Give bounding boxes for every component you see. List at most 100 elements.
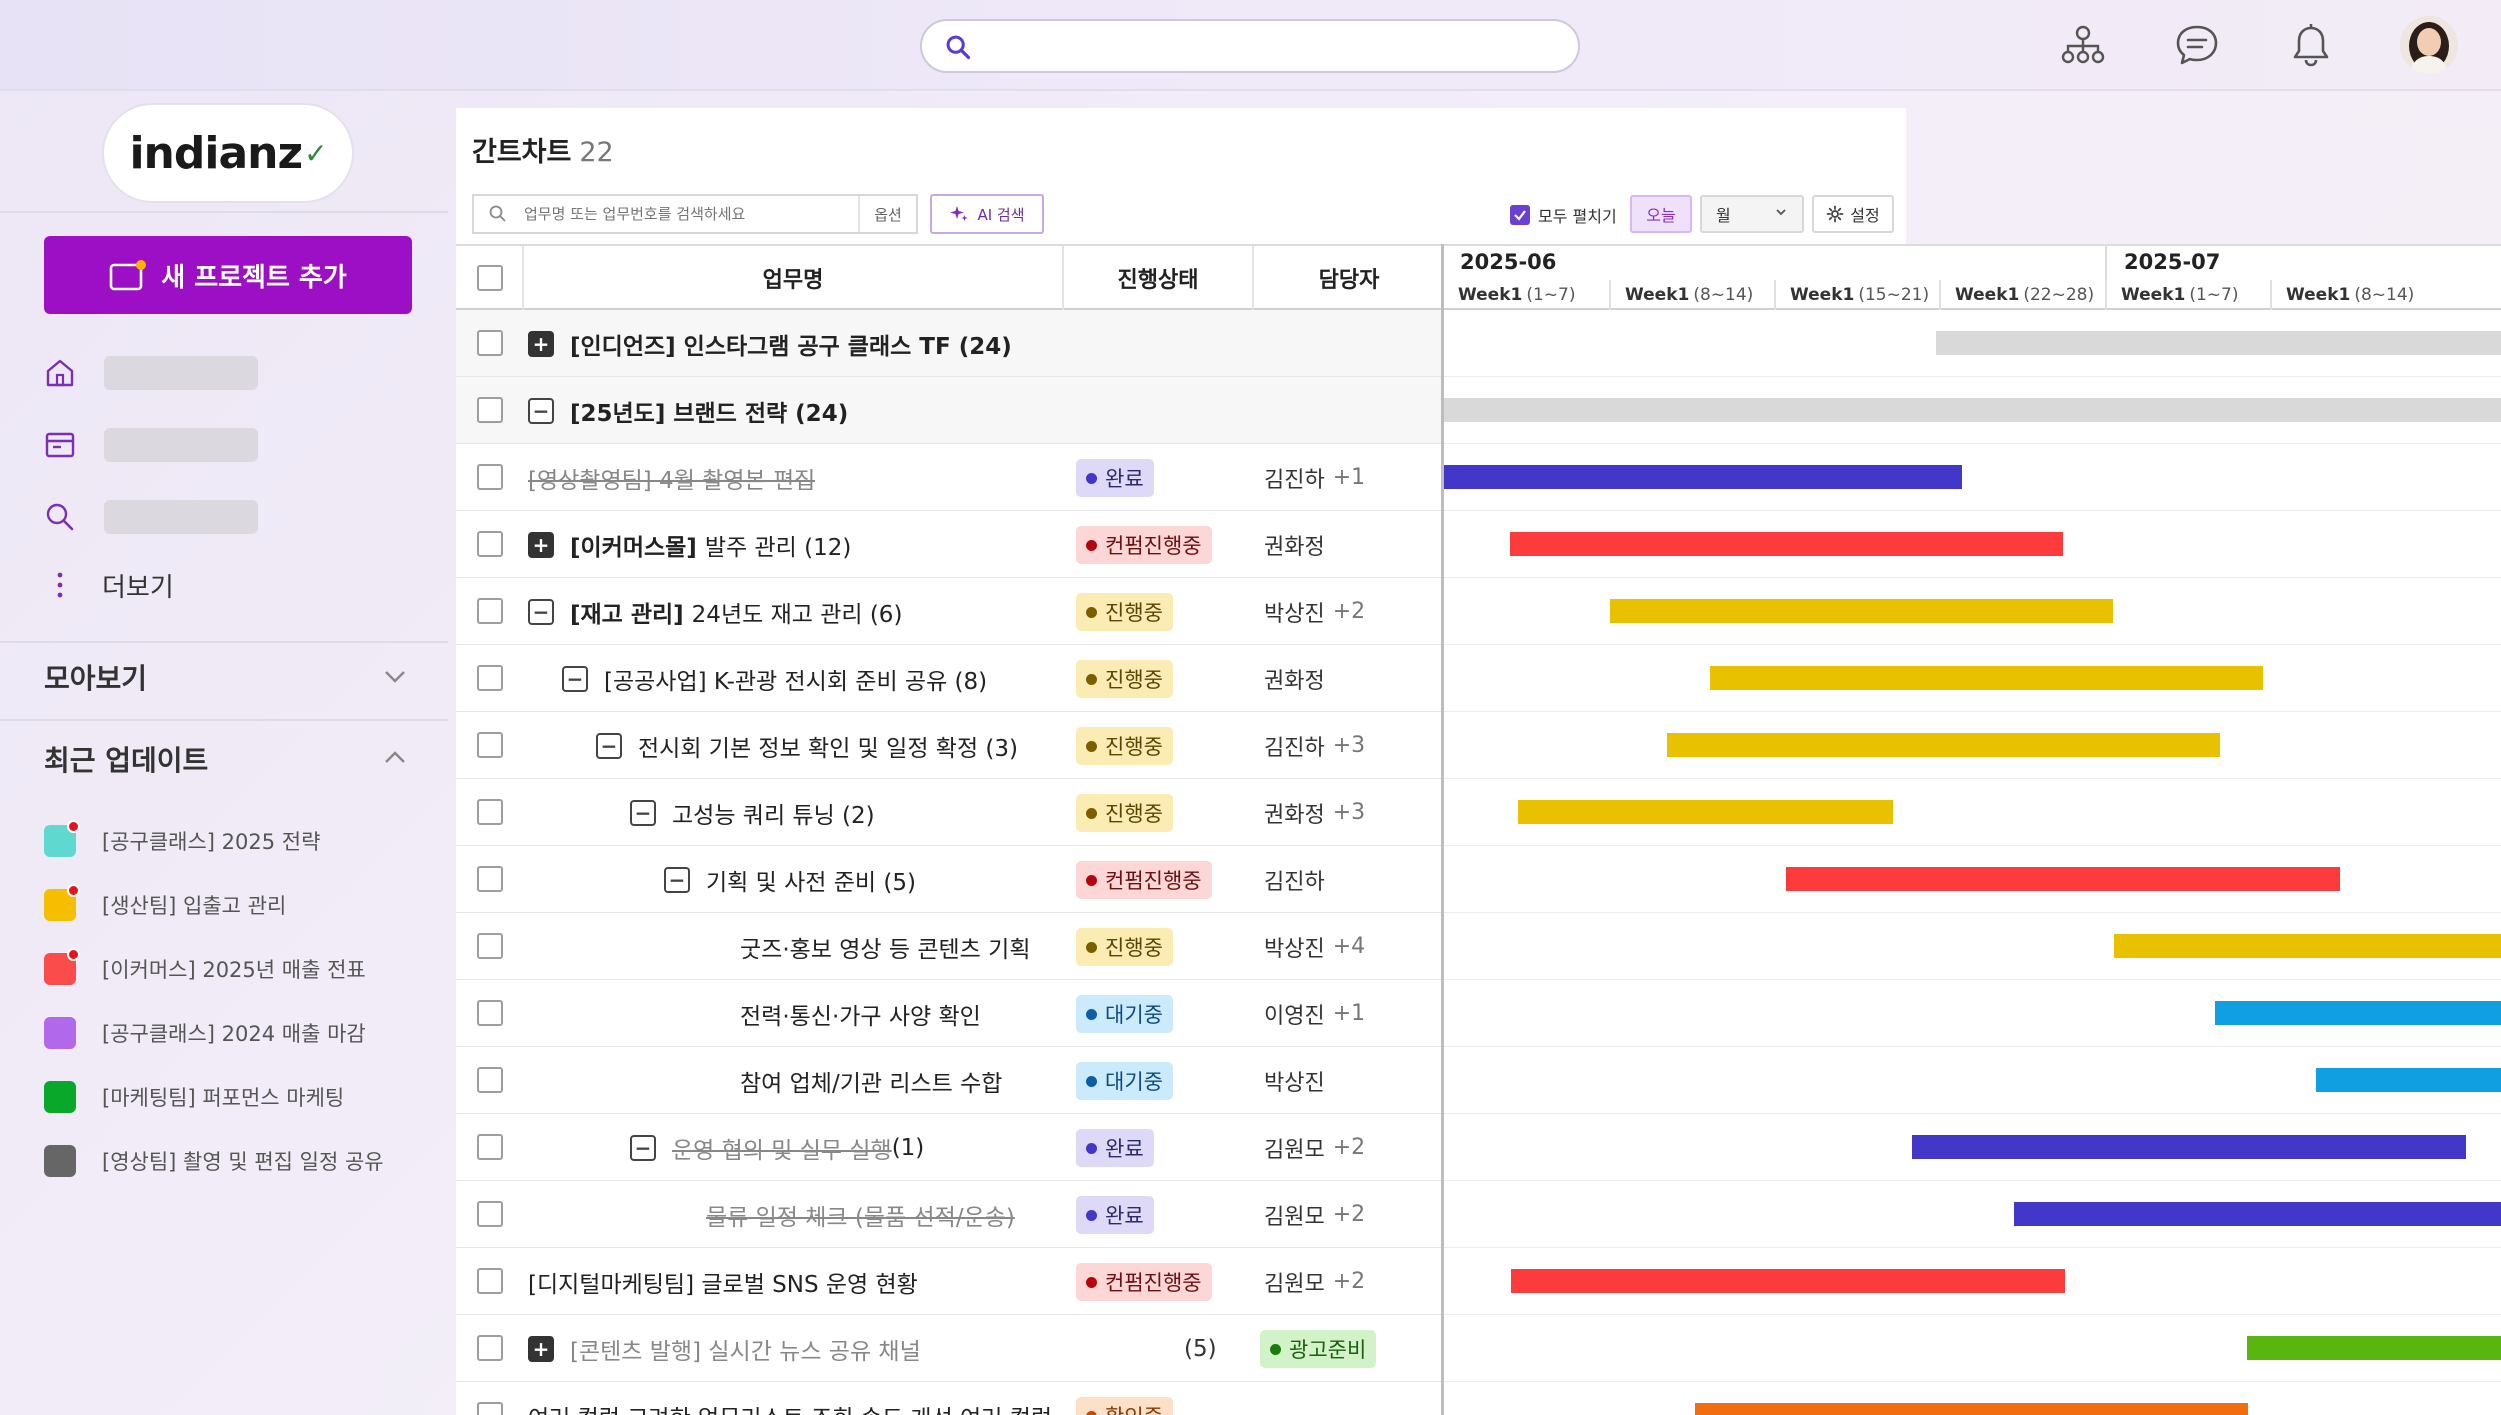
status-badge[interactable]: 컨펌진행중 <box>1076 1263 1212 1301</box>
gantt-bar[interactable] <box>1610 599 2113 623</box>
gantt-bar[interactable] <box>2247 1336 2501 1360</box>
gantt-bar[interactable] <box>1667 733 2220 757</box>
sidebar-item-board[interactable] <box>44 425 258 465</box>
row-checkbox[interactable] <box>477 598 503 624</box>
column-header-owner[interactable]: 담당자 <box>1254 246 1441 310</box>
status-badge[interactable]: 진행중 <box>1076 727 1173 765</box>
collapse-icon[interactable]: − <box>528 599 554 625</box>
expand-all-toggle[interactable]: 모두 펼치기 <box>1510 203 1617 227</box>
chat-icon[interactable] <box>2172 20 2222 70</box>
table-row[interactable]: − [공공사업] K-관광 전시회 준비 공유 (8) 진행중 권화정 <box>456 645 1441 712</box>
collapse-icon[interactable]: − <box>664 867 690 893</box>
gantt-bar[interactable] <box>1518 800 1893 824</box>
gantt-bar[interactable] <box>1786 867 2340 891</box>
gantt-bar[interactable] <box>2215 1001 2501 1025</box>
bell-icon[interactable] <box>2286 20 2336 70</box>
recent-item[interactable]: [생산팀] 입출고 관리 <box>44 884 286 922</box>
table-row[interactable]: [영상촬영팀] 4월 촬영본 편집 완료 김진하 +1 <box>456 444 1441 511</box>
owner-cell[interactable]: 김원모 +2 <box>1264 1114 1365 1181</box>
sidebar-item-home[interactable] <box>44 353 258 393</box>
owner-cell[interactable]: 김원모 +2 <box>1264 1181 1365 1248</box>
owner-cell[interactable]: 권화정 <box>1264 645 1325 712</box>
gantt-bar[interactable] <box>1510 532 2063 556</box>
owner-cell[interactable]: 김진하 +1 <box>1264 444 1365 511</box>
filter-option-button[interactable]: 옵션 <box>858 196 916 232</box>
gantt-bar[interactable] <box>1695 1403 2248 1415</box>
status-badge[interactable]: 완료 <box>1076 1129 1154 1167</box>
collapse-icon[interactable]: − <box>596 733 622 759</box>
row-checkbox[interactable] <box>477 397 503 423</box>
column-header-status[interactable]: 진행상태 <box>1064 246 1254 310</box>
owner-cell[interactable]: 권화정 +3 <box>1264 779 1365 846</box>
user-avatar[interactable] <box>2400 16 2458 74</box>
today-button[interactable]: 오늘 <box>1630 195 1692 233</box>
chevron-down-icon[interactable] <box>380 661 410 691</box>
row-checkbox[interactable] <box>477 1268 503 1294</box>
task-name-cell[interactable]: 굿즈·홍보 영상 등 콘텐츠 기획 <box>740 913 1030 980</box>
row-checkbox[interactable] <box>477 1201 503 1227</box>
table-row[interactable]: 굿즈·홍보 영상 등 콘텐츠 기획 진행중 박상진 +4 <box>456 913 1441 980</box>
column-header-name[interactable]: 업무명 <box>524 246 1064 310</box>
sidebar-item-search[interactable] <box>44 497 258 537</box>
table-row[interactable]: − 고성능 쿼리 튜닝 (2) 진행중 권화정 +3 <box>456 779 1441 846</box>
table-row[interactable]: 참여 업체/기관 리스트 수합 대기중 박상진 <box>456 1047 1441 1114</box>
table-row[interactable]: + [인디언즈] 인스타그램 공구 클래스 TF (24) <box>456 310 1441 377</box>
table-row[interactable]: 물류 일정 체크 (물품 선적/운송) 완료 김원모 +2 <box>456 1181 1441 1248</box>
row-checkbox[interactable] <box>477 1402 503 1415</box>
collapse-icon[interactable]: − <box>630 800 656 826</box>
collapse-icon[interactable]: − <box>562 666 588 692</box>
owner-cell[interactable]: 김원모 +2 <box>1264 1248 1365 1315</box>
status-badge[interactable]: 컨펌진행중 <box>1076 861 1212 899</box>
select-all-checkbox[interactable] <box>477 265 503 291</box>
gantt-bar[interactable] <box>1444 465 1962 489</box>
owner-cell[interactable]: 박상진 +4 <box>1264 913 1365 980</box>
row-checkbox[interactable] <box>477 531 503 557</box>
status-badge[interactable]: 대기중 <box>1076 995 1173 1033</box>
table-row[interactable]: [디지털마케팅팀] 글로벌 SNS 운영 현황 컨펌진행중 김원모 +2 <box>456 1248 1441 1315</box>
chevron-up-icon[interactable] <box>380 743 410 773</box>
task-name-cell[interactable]: 고성능 쿼리 튜닝 (2) <box>672 779 875 846</box>
expand-icon[interactable]: + <box>528 532 554 558</box>
task-name-cell[interactable]: [콘텐츠 발행] 실시간 뉴스 공유 채널 <box>570 1315 921 1382</box>
recent-section-title[interactable]: 최근 업데이트 <box>44 739 208 779</box>
status-badge[interactable]: 진행중 <box>1076 928 1173 966</box>
task-name-cell[interactable]: [공공사업] K-관광 전시회 준비 공유 (8) <box>604 645 987 712</box>
recent-item[interactable]: [영상팀] 촬영 및 편집 일정 공유 <box>44 1144 384 1178</box>
gantt-bar[interactable] <box>1912 1135 2466 1159</box>
task-filter[interactable]: 옵션 <box>472 194 918 234</box>
new-project-button[interactable]: 새 프로젝트 추가 <box>44 236 412 314</box>
task-name-cell[interactable]: [재고 관리] 24년도 재고 관리 (6) <box>570 578 902 645</box>
global-search[interactable] <box>920 19 1580 73</box>
owner-cell[interactable]: 박상진 <box>1264 1047 1325 1114</box>
scale-select[interactable]: 월 <box>1700 195 1804 233</box>
row-checkbox[interactable] <box>477 464 503 490</box>
status-badge[interactable]: 광고준비 <box>1260 1330 1377 1368</box>
expand-icon[interactable]: + <box>528 331 554 357</box>
status-badge[interactable]: 완료 <box>1076 459 1154 497</box>
owner-cell[interactable]: 김진하 +3 <box>1264 712 1365 779</box>
task-name-cell[interactable]: [디지털마케팅팀] 글로벌 SNS 운영 현황 <box>528 1248 918 1315</box>
task-name-cell[interactable]: [인디언즈] 인스타그램 공구 클래스 TF (24) <box>570 310 1012 377</box>
row-checkbox[interactable] <box>477 866 503 892</box>
status-badge[interactable]: 대기중 <box>1076 1062 1173 1100</box>
status-badge[interactable]: 컨펌진행중 <box>1076 526 1212 564</box>
task-name-cell[interactable]: [이커머스몰] 발주 관리 (12) <box>570 511 851 578</box>
collect-section-title[interactable]: 모아보기 <box>44 657 147 697</box>
gantt-bar[interactable] <box>1936 331 2501 355</box>
task-name-cell[interactable]: 참여 업체/기관 리스트 수합 <box>740 1047 1002 1114</box>
owner-cell[interactable]: 권화정 <box>1264 511 1325 578</box>
task-name-cell[interactable]: 전시회 기본 정보 확인 및 일정 확정 (3) <box>638 712 1018 779</box>
org-chart-icon[interactable] <box>2058 20 2108 70</box>
table-row[interactable]: − 기획 및 사전 준비 (5) 컨펌진행중 김진하 <box>456 846 1441 913</box>
task-name-cell[interactable]: 기획 및 사전 준비 (5) <box>706 846 916 913</box>
table-row[interactable]: 전력·통신·가구 사양 확인 대기중 이영진 +1 <box>456 980 1441 1047</box>
row-checkbox[interactable] <box>477 1067 503 1093</box>
status-badge[interactable]: 완료 <box>1076 1196 1154 1234</box>
status-badge[interactable]: 진행중 <box>1076 660 1173 698</box>
ai-search-button[interactable]: AI 검색 <box>930 194 1044 234</box>
collapse-icon[interactable]: − <box>528 398 554 424</box>
expand-icon[interactable]: + <box>528 1336 554 1362</box>
row-checkbox[interactable] <box>477 1134 503 1160</box>
row-checkbox[interactable] <box>477 732 503 758</box>
row-checkbox[interactable] <box>477 933 503 959</box>
